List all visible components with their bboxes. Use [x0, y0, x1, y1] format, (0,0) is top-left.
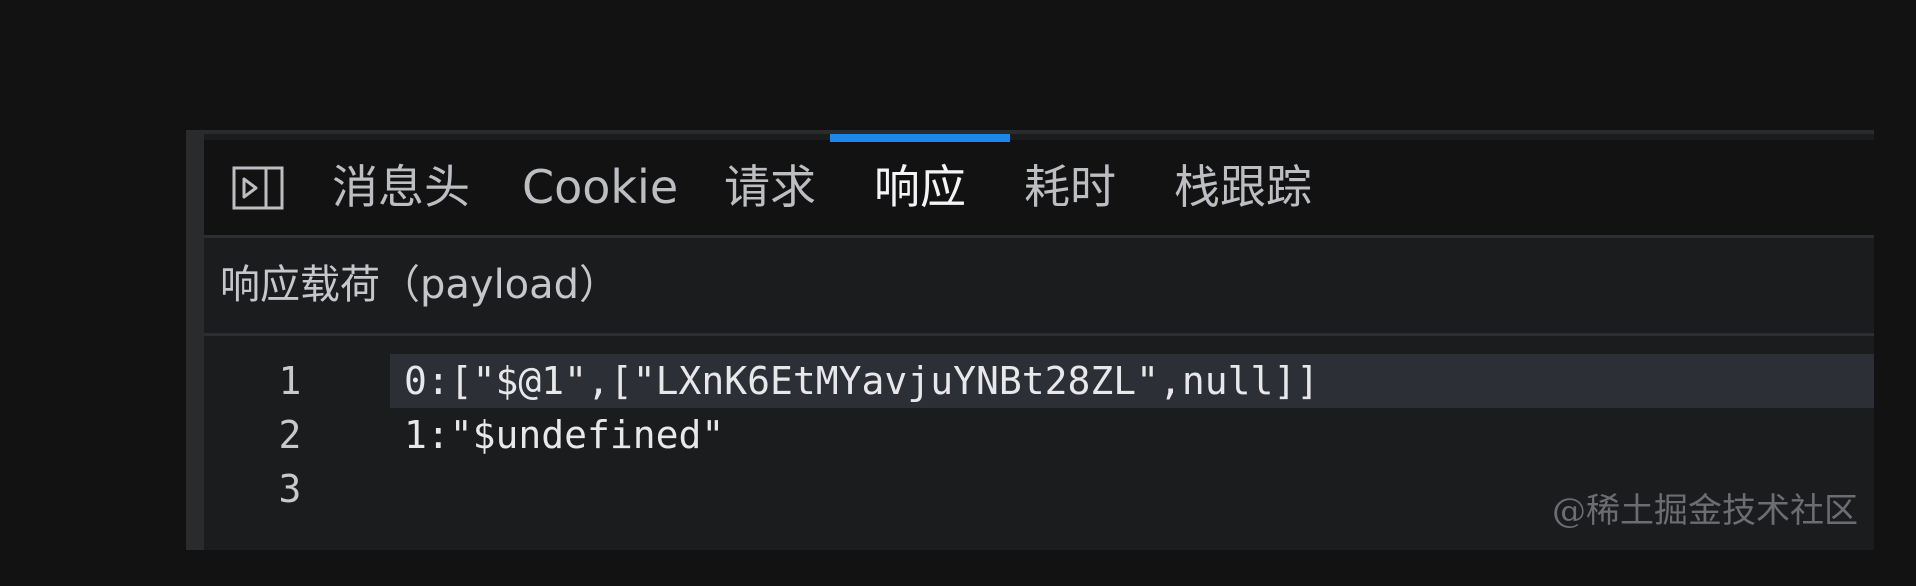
line-number: 1 — [278, 359, 302, 403]
response-payload-header[interactable]: 响应载荷（payload） — [204, 238, 1874, 336]
tab-headers[interactable]: 消息头 — [332, 140, 470, 235]
code-text: 0:["$@1",["LXnK6EtMYavjuYNBt28ZL",null]] — [404, 359, 1320, 403]
section-title: 响应载荷（payload） — [220, 262, 620, 308]
panel-toggle-icon[interactable] — [232, 166, 284, 210]
line-number: 3 — [278, 467, 302, 511]
panel-left-edge — [186, 134, 204, 550]
code-line[interactable]: 1 0:["$@1",["LXnK6EtMYavjuYNBt28ZL",null… — [204, 354, 1874, 408]
line-number: 2 — [278, 413, 302, 457]
tab-bar: 消息头 Cookie 请求 响应 耗时 栈跟踪 — [204, 134, 1874, 238]
code-text: 1:"$undefined" — [404, 413, 725, 457]
tab-request[interactable]: 请求 — [724, 140, 816, 235]
devtools-panel: 消息头 Cookie 请求 响应 耗时 栈跟踪 响应载荷（payload） 1 … — [186, 130, 1874, 550]
code-line[interactable]: 2 1:"$undefined" — [204, 408, 1874, 462]
tab-stack-trace[interactable]: 栈跟踪 — [1174, 140, 1312, 235]
code-editor[interactable]: 1 0:["$@1",["LXnK6EtMYavjuYNBt28ZL",null… — [204, 336, 1874, 550]
watermark: @稀土掘金技术社区 — [1552, 491, 1858, 531]
tab-cookie[interactable]: Cookie — [522, 140, 678, 235]
tab-response[interactable]: 响应 — [830, 134, 1010, 235]
tab-timings[interactable]: 耗时 — [1024, 140, 1116, 235]
